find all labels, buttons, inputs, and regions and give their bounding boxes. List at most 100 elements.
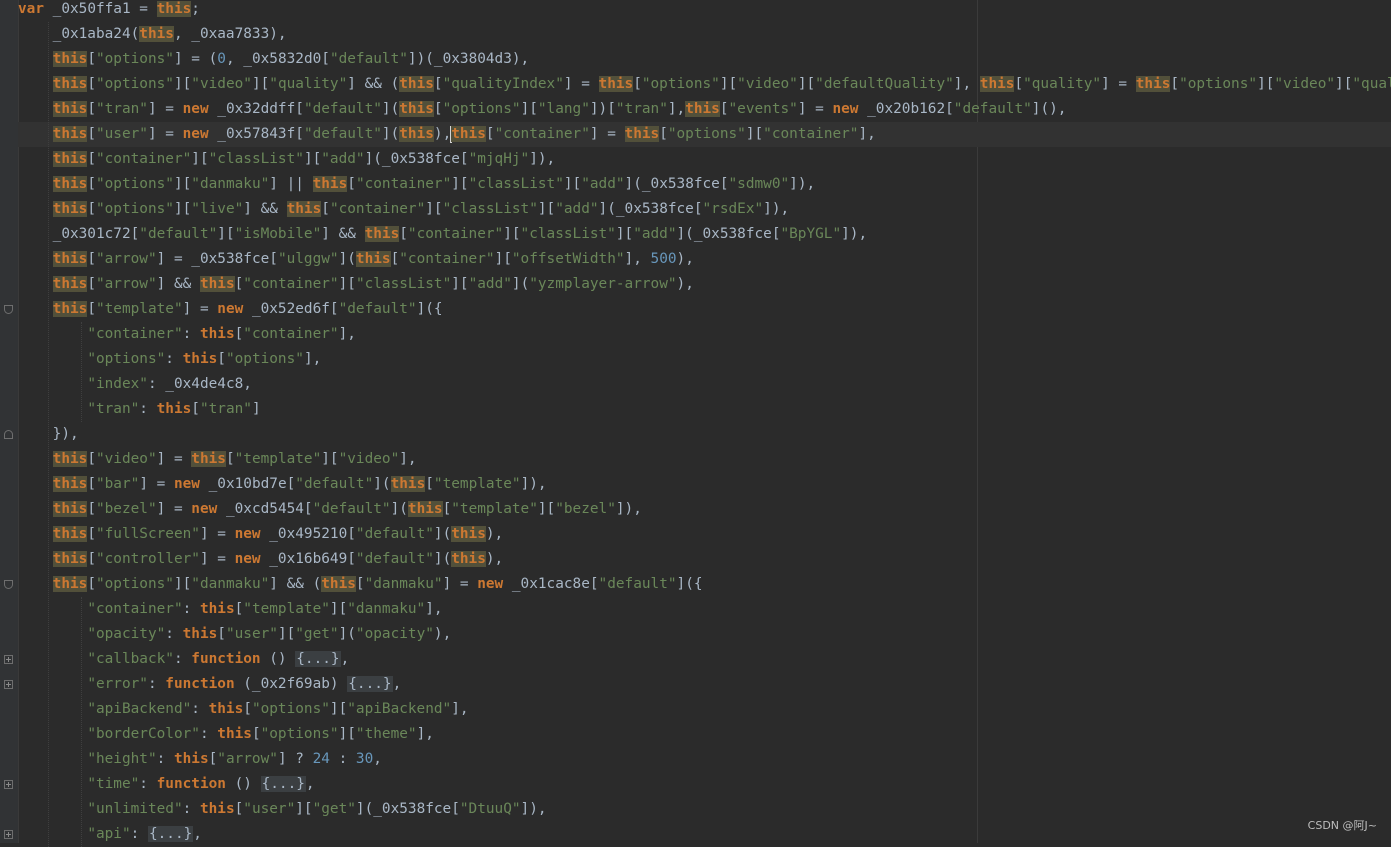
code-line[interactable]: _0x1aba24(this, _0xaa7833),: [18, 22, 1391, 47]
code-line[interactable]: this["options"]["live"] && this["contain…: [18, 197, 1391, 222]
string-token: "tran": [95, 101, 148, 117]
string-token: "get": [295, 626, 339, 642]
code-token: ]),: [789, 176, 816, 192]
code-token: ][: [321, 451, 339, 467]
code-line[interactable]: this["options"]["video"]["quality"] && (…: [18, 72, 1391, 97]
code-line[interactable]: this["fullScreen"] = new _0x495210["defa…: [18, 522, 1391, 547]
code-token: ),: [485, 526, 504, 542]
watermark: CSDN @阿J~: [1307, 819, 1377, 832]
code-token: [: [87, 526, 96, 542]
string-token: "options": [442, 101, 521, 117]
code-token: ] =: [182, 301, 218, 317]
code-line[interactable]: "api": {...},: [18, 822, 1391, 847]
code-line[interactable]: this["arrow"] = _0x538fce["ulggw"](this[…: [18, 247, 1391, 272]
code-line[interactable]: "height": this["arrow"] ? 24 : 30,: [18, 747, 1391, 772]
code-token: [: [87, 301, 96, 317]
fold-expand-icon[interactable]: [4, 655, 13, 664]
code-token: [: [442, 501, 452, 517]
code-token: ][: [173, 576, 192, 592]
string-token: "apiBackend": [87, 701, 192, 717]
code-line[interactable]: this["user"] = new _0x57843f["default"](…: [18, 122, 1391, 147]
string-token: "default": [295, 476, 374, 492]
code-line[interactable]: this["video"] = this["template"]["video"…: [18, 447, 1391, 472]
code-token: [: [390, 251, 400, 267]
this-keyword-token: this: [624, 126, 660, 142]
code-token: _0x52ed6f[: [243, 301, 339, 317]
code-token: ]),: [520, 801, 547, 817]
code-line[interactable]: "unlimited": this["user"]["get"](_0x538f…: [18, 797, 1391, 822]
this-keyword-token: this: [685, 101, 720, 117]
string-token: "options": [1179, 76, 1258, 92]
code-line[interactable]: this["bezel"] = new _0xcd5454["default"]…: [18, 497, 1391, 522]
string-token: "danmaku": [364, 576, 443, 592]
code-line[interactable]: var _0x50ffa1 = this;: [18, 0, 1391, 22]
this-keyword-token: this: [407, 501, 443, 517]
code-token: ](: [338, 251, 356, 267]
code-token: :: [156, 751, 174, 767]
code-line[interactable]: this["container"]["classList"]["add"](_0…: [18, 147, 1391, 172]
code-token: ],: [858, 126, 876, 142]
code-line[interactable]: this["options"]["danmaku"] || this["cont…: [18, 172, 1391, 197]
this-keyword-token: this: [52, 576, 88, 592]
fold-collapse-icon[interactable]: [4, 580, 13, 589]
code-line[interactable]: }),: [18, 422, 1391, 447]
string-token: "template": [433, 476, 521, 492]
folded-region[interactable]: {...}: [147, 826, 194, 842]
code-line[interactable]: this["options"] = (0, _0x5832d0["default…: [18, 47, 1391, 72]
code-editor[interactable]: var _0x50ffa1 = this; _0x1aba24(this, _0…: [18, 0, 1391, 847]
code-token: :: [130, 826, 148, 842]
code-token: :: [165, 351, 183, 367]
code-token: [: [87, 201, 96, 217]
folded-region[interactable]: {...}: [260, 776, 306, 792]
code-token: :: [165, 626, 183, 642]
fold-expand-icon[interactable]: [4, 780, 13, 789]
code-line[interactable]: this["controller"] = new _0x16b649["defa…: [18, 547, 1391, 572]
code-line[interactable]: "time": function () {...},: [18, 772, 1391, 797]
code-token: ] =: [156, 501, 192, 517]
code-token: ](: [390, 501, 408, 517]
code-line[interactable]: "opacity": this["user"]["get"]("opacity"…: [18, 622, 1391, 647]
string-token: "default": [338, 301, 417, 317]
fold-end-icon[interactable]: [4, 430, 13, 439]
keyword-token: new: [182, 126, 209, 142]
this-keyword-token: this: [321, 576, 356, 592]
fold-expand-icon[interactable]: [4, 830, 13, 839]
code-line[interactable]: this["template"] = new _0x52ed6f["defaul…: [18, 297, 1391, 322]
code-line[interactable]: "index": _0x4de4c8,: [18, 372, 1391, 397]
this-keyword-token: this: [191, 451, 226, 467]
keyword-token: function: [156, 776, 226, 792]
this-keyword-token: this: [390, 476, 426, 492]
folded-region[interactable]: {...}: [295, 651, 341, 667]
string-token: "default": [598, 576, 677, 592]
code-line[interactable]: this["tran"] = new _0x32ddff["default"](…: [18, 97, 1391, 122]
code-line[interactable]: "callback": function () {...},: [18, 647, 1391, 672]
code-line[interactable]: "borderColor": this["options"]["theme"],: [18, 722, 1391, 747]
code-line[interactable]: "tran": this["tran"]: [18, 397, 1391, 422]
string-token: "DtuuQ": [459, 801, 521, 817]
code-line[interactable]: "options": this["options"],: [18, 347, 1391, 372]
code-line[interactable]: "container": this["template"]["danmaku"]…: [18, 597, 1391, 622]
code-token: ] =: [797, 101, 833, 117]
keyword-token: this: [156, 401, 192, 417]
string-token: "default": [303, 101, 382, 117]
editor-gutter[interactable]: [0, 0, 19, 843]
code-line[interactable]: _0x301c72["default"]["isMobile"] && this…: [18, 222, 1391, 247]
this-keyword-token: this: [52, 551, 88, 567]
code-token: ][: [173, 176, 192, 192]
code-line[interactable]: this["arrow"] && this["container"]["clas…: [18, 272, 1391, 297]
string-token: "tran": [615, 101, 668, 117]
code-line[interactable]: "apiBackend": this["options"]["apiBacken…: [18, 697, 1391, 722]
string-token: "options": [95, 51, 174, 67]
code-token: _0x1cac8e[: [503, 576, 599, 592]
fold-expand-icon[interactable]: [4, 680, 13, 689]
string-token: "container": [407, 226, 504, 242]
folded-region[interactable]: {...}: [347, 676, 393, 692]
code-line[interactable]: "container": this["container"],: [18, 322, 1391, 347]
code-token: ][: [173, 76, 192, 92]
code-line[interactable]: this["bar"] = new _0x10bd7e["default"](t…: [18, 472, 1391, 497]
code-line[interactable]: "error": function (_0x2f69ab) {...},: [18, 672, 1391, 697]
fold-collapse-icon[interactable]: [4, 305, 13, 314]
code-line[interactable]: this["options"]["danmaku"] && (this["dan…: [18, 572, 1391, 597]
code-token: ](),: [1031, 101, 1067, 117]
